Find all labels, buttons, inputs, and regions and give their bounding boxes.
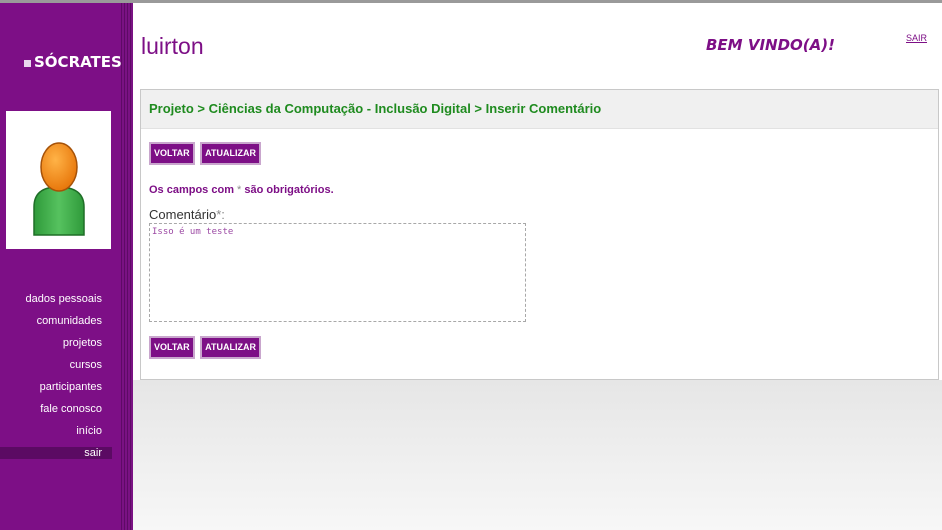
sidebar-item-sair[interactable]: sair [0,447,112,459]
update-button-bottom[interactable]: ATUALIZAR [200,336,261,359]
page-background [133,380,942,530]
sidebar-item-dados-pessoais[interactable]: dados pessoais [0,288,112,310]
top-button-row: VOLTAR ATUALIZAR [149,142,261,165]
required-fields-note: Os campos com * são obrigatórios. [149,184,334,196]
sidebar-item-cursos[interactable]: cursos [0,354,112,376]
sidebar-item-fale-conosco[interactable]: fale conosco [0,398,112,420]
breadcrumb: Projeto > Ciências da Computação - Inclu… [141,90,938,129]
user-avatar-icon [33,142,85,236]
comment-label: Comentário*: [149,207,225,222]
sidebar-item-inicio[interactable]: início [0,420,112,442]
username-title: luirton [141,33,204,59]
comment-label-text: Comentário [149,207,217,222]
back-button-bottom[interactable]: VOLTAR [149,336,195,359]
welcome-text: BEM VINDO(A)! [706,36,835,54]
logout-link[interactable]: SAIR [906,33,927,43]
sidebar-item-participantes[interactable]: participantes [0,376,112,398]
logo-text: SÓCRATES [34,53,122,71]
logo-square-icon [24,60,31,67]
content-panel: Projeto > Ciências da Computação - Inclu… [140,89,939,380]
sidebar-item-projetos[interactable]: projetos [0,332,112,354]
top-border [0,0,942,3]
update-button[interactable]: ATUALIZAR [200,142,261,165]
app-logo: SÓCRATES [24,53,122,71]
sidebar: SÓCRATES dados pessoais comunidades proj… [0,3,133,530]
avatar [6,111,111,249]
sidebar-nav: dados pessoais comunidades projetos curs… [0,288,112,459]
sidebar-stripe [121,3,133,530]
required-note-prefix: Os campos com [149,184,238,196]
comment-textarea[interactable]: Isso é um teste [149,223,526,322]
back-button[interactable]: VOLTAR [149,142,195,165]
bottom-button-row: VOLTAR ATUALIZAR [149,336,261,359]
comment-label-asterisk: *: [216,207,225,222]
sidebar-item-comunidades[interactable]: comunidades [0,310,112,332]
required-note-suffix: são obrigatórios. [241,184,334,196]
